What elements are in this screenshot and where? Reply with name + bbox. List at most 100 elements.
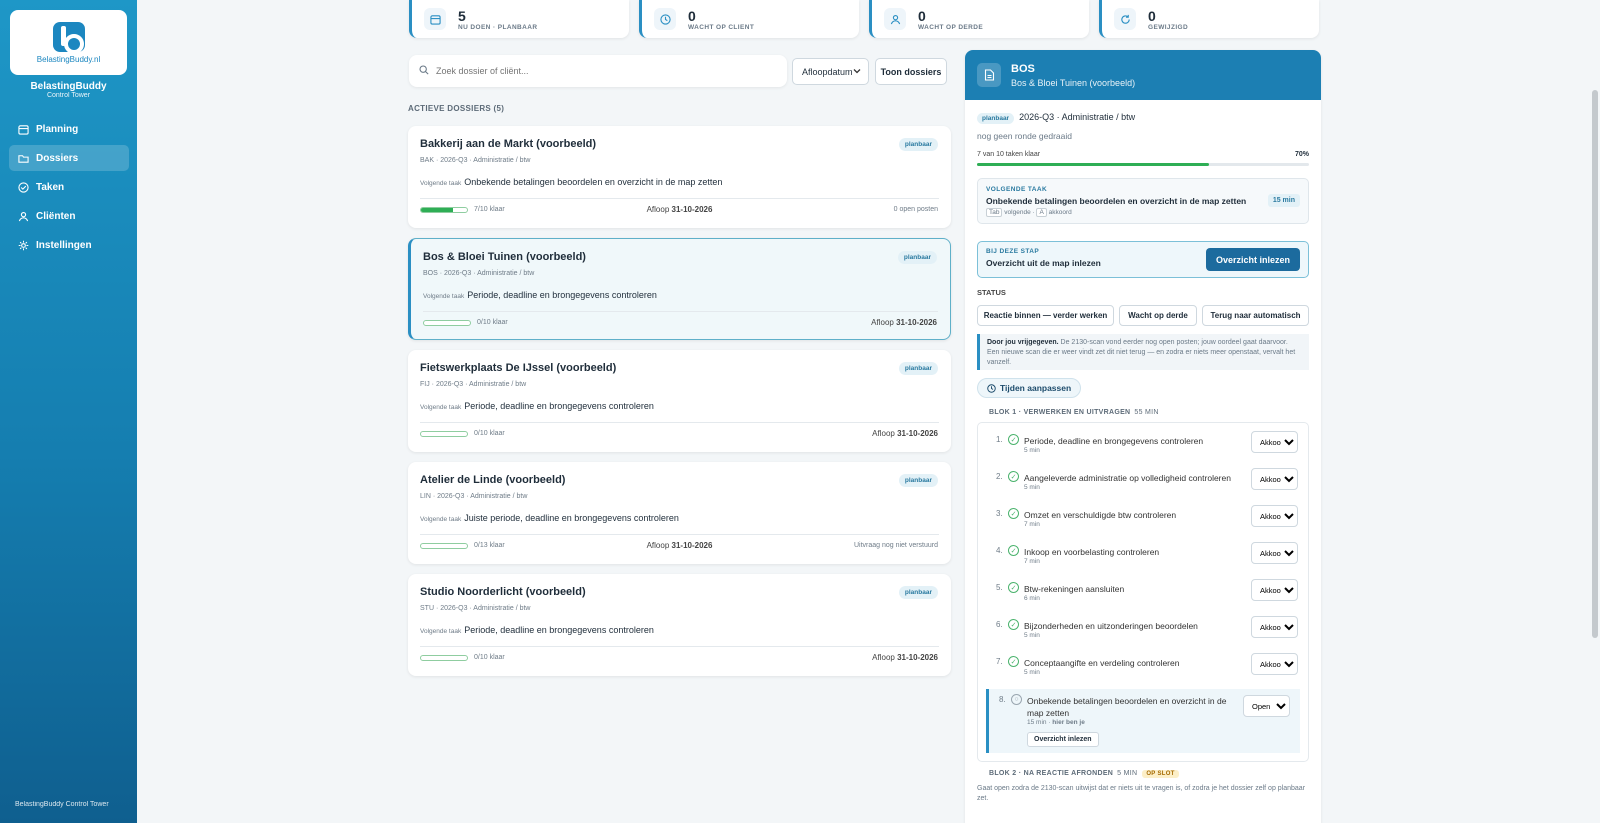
block-2-note: Gaat open zodra de 2130-scan uitwijst da… xyxy=(977,785,1306,802)
next-task-label: Volgende taak xyxy=(420,180,462,187)
next-task: Volgende taak Juiste periode, deadline en… xyxy=(420,513,679,523)
dossier-title: Atelier de Linde (voorbeeld) xyxy=(420,474,566,486)
open-posts-note: 0 open posten xyxy=(893,206,938,213)
next-task-text: Juiste periode, deadline en brongegevens… xyxy=(464,513,679,523)
stat-card-gewijzigd[interactable]: 0 GEWIJZIGD xyxy=(1099,0,1319,38)
dossier-card[interactable]: Bakkerij aan de Markt (voorbeeld) planba… xyxy=(408,126,951,228)
task-duration-value: 15 min · xyxy=(1027,719,1051,726)
search-icon xyxy=(419,64,429,78)
gear-icon xyxy=(17,239,29,251)
progress-percent: 70% xyxy=(1294,151,1309,158)
progress-bar xyxy=(423,320,471,326)
block-2-title-text: BLOK 2 · NA REACTIE AFRONDEN xyxy=(989,770,1114,777)
dossier-title: Bakkerij aan de Markt (voorbeeld) xyxy=(420,138,597,150)
task-item[interactable]: 1. ✓ Periode, deadline en brongegevens con… xyxy=(978,429,1308,465)
page-scrollbar[interactable] xyxy=(1592,90,1598,638)
task-number: 7. xyxy=(996,657,1003,666)
clock-icon xyxy=(987,383,996,393)
task-number: 5. xyxy=(996,583,1003,592)
key-a: A xyxy=(1036,208,1047,217)
sort-select[interactable]: Afloopdatum xyxy=(792,58,869,85)
task-status-select[interactable]: Akkoord xyxy=(1251,579,1298,601)
keyboard-hints: Tab volgende · A akkoord xyxy=(986,208,1300,217)
task-status-select[interactable]: Akkoord xyxy=(1251,505,1298,527)
user-icon xyxy=(884,8,906,30)
due-date: Afloop 31-10-2026 xyxy=(408,205,951,214)
sidebar-item-label: Taken xyxy=(36,181,65,193)
task-item[interactable]: 4. ✓ Inkoop en voorbelasting controleren 7 … xyxy=(978,540,1308,576)
document-icon xyxy=(977,63,1001,87)
read-overview-small-button[interactable]: Overzicht inlezen xyxy=(1027,732,1099,747)
task-status-select[interactable]: Akkoord xyxy=(1251,468,1298,490)
task-item[interactable]: 5. ✓ Btw-rekeningen aansluiten 6 min Akkoord xyxy=(978,577,1308,613)
stat-number: 0 xyxy=(1148,7,1156,24)
task-status-select[interactable]: Akkoord xyxy=(1251,653,1298,675)
check-icon: ✓ xyxy=(1008,582,1019,593)
task-name: Conceptaangifte en verdeling controleren xyxy=(1024,658,1180,668)
due-label: Afloop xyxy=(871,318,894,327)
detail-period-row: planbaar 2026-Q3 · Administratie / btw xyxy=(977,112,1136,124)
task-name: Periode, deadline en brongegevens contro… xyxy=(1024,436,1204,446)
task-duration: 5 min xyxy=(1024,447,1040,454)
task-status-select[interactable]: Open xyxy=(1243,695,1290,717)
sidebar-item-dossiers[interactable]: Dossiers xyxy=(9,145,129,171)
block-1-title-text: BLOK 1 · VERWERKEN EN UITVRAGEN xyxy=(989,409,1131,416)
stat-card-wacht-op-client[interactable]: 0 WACHT OP CLIENT xyxy=(639,0,859,38)
task-item[interactable]: 3. ✓ Omzet en verschuldigde btw controlere… xyxy=(978,503,1308,539)
sidebar-item-taken[interactable]: Taken xyxy=(9,174,129,200)
task-number: 6. xyxy=(996,620,1003,629)
task-duration: 7 min xyxy=(1024,521,1040,528)
status-back-to-auto-button[interactable]: Terug naar automatisch xyxy=(1202,305,1309,326)
status-reaction-received-button[interactable]: Reactie binnen — verder werken xyxy=(977,305,1114,326)
status-badge: planbaar xyxy=(897,251,937,264)
sidebar-item-clienten[interactable]: Cliënten xyxy=(9,203,129,229)
task-status-select[interactable]: Akkoord xyxy=(1251,616,1298,638)
next-task-box: VOLGENDE TAAK Onbekende betalingen beoor… xyxy=(977,178,1309,224)
due-date-value: 31-10-2026 xyxy=(896,318,937,327)
sidebar-item-planning[interactable]: Planning xyxy=(9,116,129,142)
dossier-card[interactable]: Studio Noorderlicht (voorbeeld) planbaar… xyxy=(408,574,951,676)
dossier-meta: LIN · 2026-Q3 · Administratie / btw xyxy=(420,493,528,500)
sidebar-item-instellingen[interactable]: Instellingen xyxy=(9,232,129,258)
due-label: Afloop xyxy=(872,653,895,662)
task-item[interactable]: 7. ✓ Conceptaangifte en verdeling controle… xyxy=(978,651,1308,687)
due-date: Afloop 31-10-2026 xyxy=(872,429,938,438)
request-status-note: Uitvraag nog niet verstuurd xyxy=(853,542,938,549)
task-name: Btw-rekeningen aansluiten xyxy=(1024,584,1125,594)
stat-number: 0 xyxy=(688,7,696,24)
adjust-times-button[interactable]: Tijden aanpassen xyxy=(977,378,1082,398)
task-status-select[interactable]: Akkoord xyxy=(1251,431,1298,453)
stat-label: WACHT OP CLIENT xyxy=(688,23,755,31)
detail-progress-bar xyxy=(977,163,1309,166)
dossier-title: Fietswerkplaats De IJssel (voorbeeld) xyxy=(420,362,617,374)
detail-period: 2026-Q3 · Administratie / btw xyxy=(1019,112,1136,122)
task-duration: 5 min xyxy=(1024,669,1040,676)
read-overview-button[interactable]: Overzicht inlezen xyxy=(1205,248,1300,271)
stat-card-wacht-op-derde[interactable]: 0 WACHT OP DERDE xyxy=(869,0,1089,38)
dossier-card[interactable]: Atelier de Linde (voorbeeld) planbaar LI… xyxy=(408,462,951,564)
dossier-card-selected[interactable]: Bos & Bloei Tuinen (voorbeeld) planbaar … xyxy=(408,238,951,340)
logo-text: BelastingBuddy.nl xyxy=(36,54,101,64)
status-badge: planbaar xyxy=(898,362,938,375)
show-dossiers-button[interactable]: Toon dossiers xyxy=(875,58,947,85)
task-number: 1. xyxy=(996,435,1003,444)
logo[interactable]: BelastingBuddy.nl xyxy=(10,10,127,75)
check-icon: ✓ xyxy=(1008,619,1019,630)
check-circle-icon xyxy=(17,181,29,193)
due-date: Afloop 31-10-2026 xyxy=(871,318,937,327)
task-item[interactable]: 2. ✓ Aangeleverde administratie op volledi… xyxy=(978,466,1308,502)
task-name: Inkoop en voorbelasting controleren xyxy=(1024,547,1160,557)
block-1-title: BLOK 1 · VERWERKEN EN UITVRAGEN 55 MIN xyxy=(989,409,1159,416)
step-box: BIJ DEZE STAP Overzicht uit de map inlez… xyxy=(977,241,1309,278)
dossier-card[interactable]: Fietswerkplaats De IJssel (voorbeeld) pl… xyxy=(408,350,951,452)
stat-label: GEWIJZIGD xyxy=(1148,23,1189,31)
task-item[interactable]: 6. ✓ Bijzonderheden en uitzonderingen beoo… xyxy=(978,614,1308,650)
stat-card-nu-doen[interactable]: 5 NU DOEN · PLANBAAR xyxy=(409,0,629,38)
progress-bar xyxy=(420,431,468,437)
task-status-select[interactable]: Akkoord xyxy=(1251,542,1298,564)
duration-badge: 15 min xyxy=(1267,194,1300,207)
task-item-current[interactable]: 8. ○ Onbekende betalingen beoordelen en … xyxy=(986,689,1300,753)
divider xyxy=(420,534,939,535)
search-input[interactable] xyxy=(436,66,776,76)
status-wait-third-party-button[interactable]: Wacht op derde xyxy=(1119,305,1197,326)
